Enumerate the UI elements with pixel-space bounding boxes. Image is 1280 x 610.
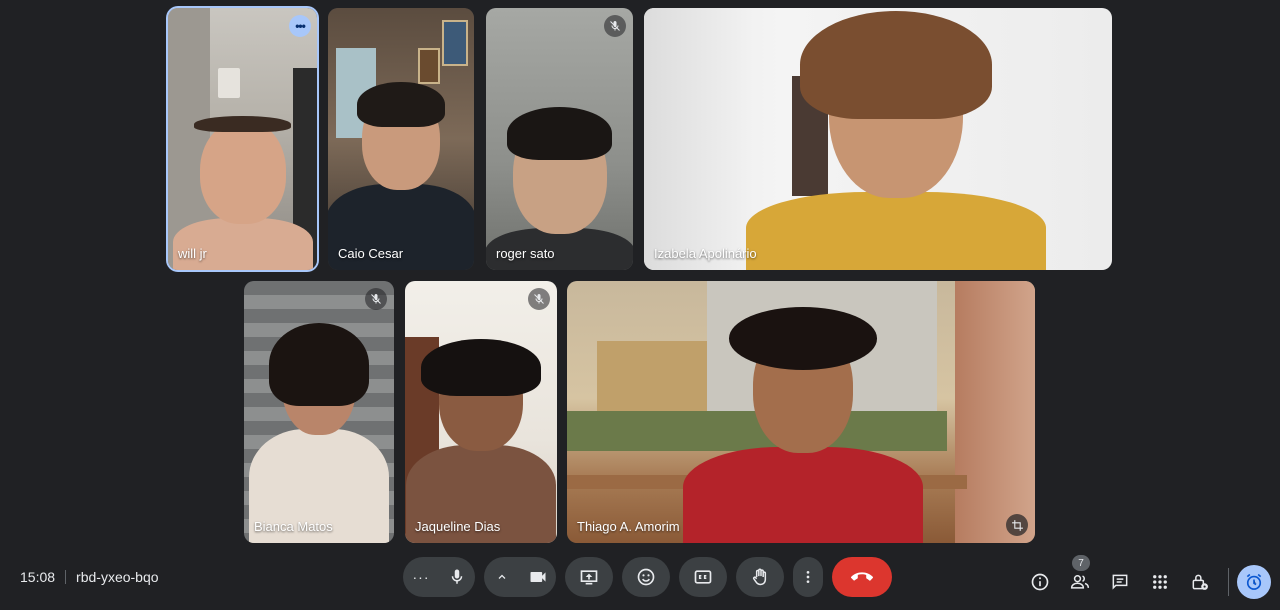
audio-control-group: ··· [403, 557, 475, 597]
camera-icon [530, 572, 546, 582]
more-options-icon: ··· [412, 569, 430, 585]
chevron-up-icon [498, 574, 506, 579]
more-vert-icon [806, 571, 810, 583]
chat-button[interactable] [1100, 569, 1140, 595]
side-panel-controls: 7 [1020, 555, 1271, 599]
participant-name: Bianca Matos [254, 519, 333, 534]
meeting-info: 15:08 rbd-yxeo-bqo [20, 569, 159, 585]
muted-microphone-icon [604, 15, 626, 37]
participant-tile[interactable]: roger sato [486, 8, 633, 270]
reframe-icon[interactable] [1006, 514, 1028, 536]
participant-tile[interactable]: Bianca Matos [244, 281, 394, 543]
video-feed [328, 8, 474, 270]
muted-microphone-icon [365, 288, 387, 310]
participant-name: Jaqueline Dias [415, 519, 501, 534]
emoji-reaction-icon [637, 568, 655, 586]
video-feed [644, 8, 1112, 270]
video-feed [405, 281, 557, 543]
muted-microphone-icon [528, 288, 550, 310]
microphone-button[interactable] [439, 557, 475, 597]
raise-hand-button[interactable] [736, 557, 784, 597]
meeting-code: rbd-yxeo-bqo [76, 569, 159, 585]
present-screen-icon [580, 570, 598, 585]
video-feed [486, 8, 633, 270]
call-controls: ··· [403, 557, 892, 597]
people-icon [1070, 575, 1090, 589]
chat-icon [1112, 574, 1128, 590]
video-options-button[interactable] [484, 557, 520, 597]
host-controls-icon [1192, 574, 1208, 590]
captions-icon [694, 570, 712, 584]
meeting-time: 15:08 [20, 569, 56, 585]
reaction-button[interactable] [622, 557, 670, 597]
participant-tile[interactable]: ••• will jr [168, 8, 317, 270]
meeting-stage: ••• will jr Caio Cesar roger sato Izabel… [0, 0, 1280, 610]
audio-options-button[interactable]: ··· [403, 557, 439, 597]
camera-button[interactable] [520, 557, 556, 597]
video-feed [244, 281, 394, 543]
video-control-group [484, 557, 556, 597]
participant-tile[interactable]: Thiago A. Amorim [567, 281, 1035, 543]
end-call-button[interactable] [832, 557, 892, 597]
people-button[interactable]: 7 [1060, 555, 1100, 595]
captions-button[interactable] [679, 557, 727, 597]
more-options-button[interactable] [793, 557, 823, 597]
participant-name: Caio Cesar [338, 246, 404, 261]
participant-tile[interactable]: Caio Cesar [328, 8, 474, 270]
participant-name: Izabela Apolinário [654, 246, 757, 261]
participant-name: Thiago A. Amorim [577, 519, 680, 534]
people-count-badge: 7 [1072, 555, 1090, 571]
raise-hand-icon [752, 568, 767, 586]
microphone-icon [451, 569, 463, 584]
participant-tile[interactable]: Izabela Apolinário [644, 8, 1112, 270]
video-feed [168, 8, 317, 270]
timer-button[interactable] [1237, 565, 1271, 599]
meeting-details-button[interactable] [1020, 569, 1060, 595]
divider [1228, 568, 1229, 596]
end-call-icon [851, 572, 873, 581]
video-feed [567, 281, 1035, 543]
participant-options-icon[interactable]: ••• [289, 15, 311, 37]
activities-icon [1153, 575, 1167, 589]
participant-tile[interactable]: Jaqueline Dias [405, 281, 557, 543]
activities-button[interactable] [1140, 569, 1180, 595]
info-icon [1031, 573, 1049, 591]
host-controls-button[interactable] [1180, 569, 1220, 595]
participant-name: roger sato [496, 246, 555, 261]
participant-name: will jr [178, 246, 207, 261]
divider [65, 570, 67, 584]
present-screen-button[interactable] [565, 557, 613, 597]
timer-icon [1246, 573, 1262, 590]
